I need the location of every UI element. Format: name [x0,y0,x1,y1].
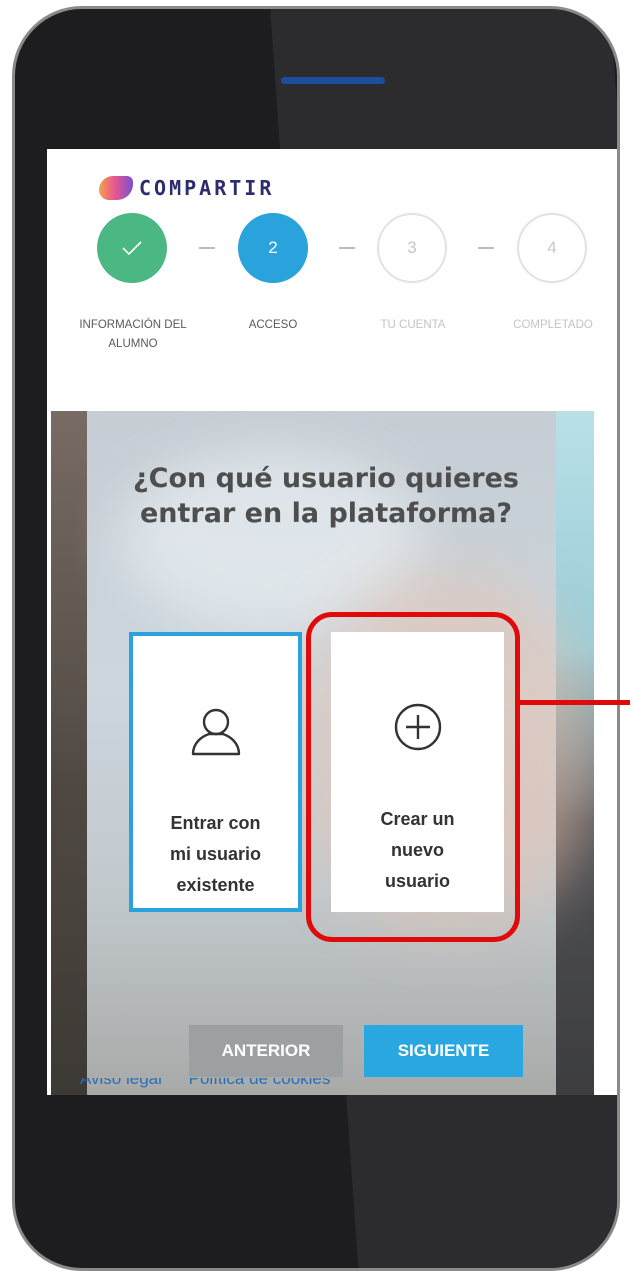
background-photo-edge [51,411,87,1095]
user-icon [181,696,251,766]
next-button-label: SIGUIENTE [397,1041,490,1060]
phone-speaker [281,77,385,84]
legal-notice-link[interactable]: Aviso legal [80,1078,162,1089]
step-1-label: INFORMACIÓN DEL ALUMNO [79,319,187,350]
brand-name: COMPARTIR [139,176,275,200]
cookie-policy-link[interactable]: Política de cookies [189,1078,331,1089]
logo-mark-icon [99,176,133,200]
existing-user-option[interactable]: Entrar con mi usuario existente [129,632,302,912]
step-3-circle: 3 [377,213,447,283]
hero-title: ¿Con qué usuario quieres entrar en la pl… [133,463,519,529]
step-2-number: 2 [268,238,278,257]
progress-stepper: 2 3 4 INFORMACIÓN DEL ALUMNO ACCESO TU C… [47,213,617,363]
step-2-label: ACCESO [248,319,298,331]
existing-user-option-label: Entrar con mi usuario existente [169,813,262,895]
step-4-number: 4 [547,238,557,257]
step-connector [199,247,215,249]
step-4-label: COMPLETADO [513,319,593,331]
step-3-number: 3 [407,238,417,257]
brand-logo[interactable]: COMPARTIR [99,174,274,202]
step-4-circle: 4 [517,213,587,283]
step-1-circle [97,213,167,283]
footer-links: Aviso legal Política de cookies [80,1078,500,1092]
annotation-callout-line [520,700,630,705]
step-3-label: TU CUENTA [380,319,446,331]
step-2-circle: 2 [238,213,308,283]
step-connector [478,247,494,249]
next-button[interactable]: SIGUIENTE [364,1025,523,1077]
check-icon [122,241,142,256]
previous-button-label: ANTERIOR [221,1041,311,1060]
previous-button[interactable]: ANTERIOR [189,1025,343,1077]
annotation-highlight-box [306,612,520,942]
step-connector [339,247,355,249]
